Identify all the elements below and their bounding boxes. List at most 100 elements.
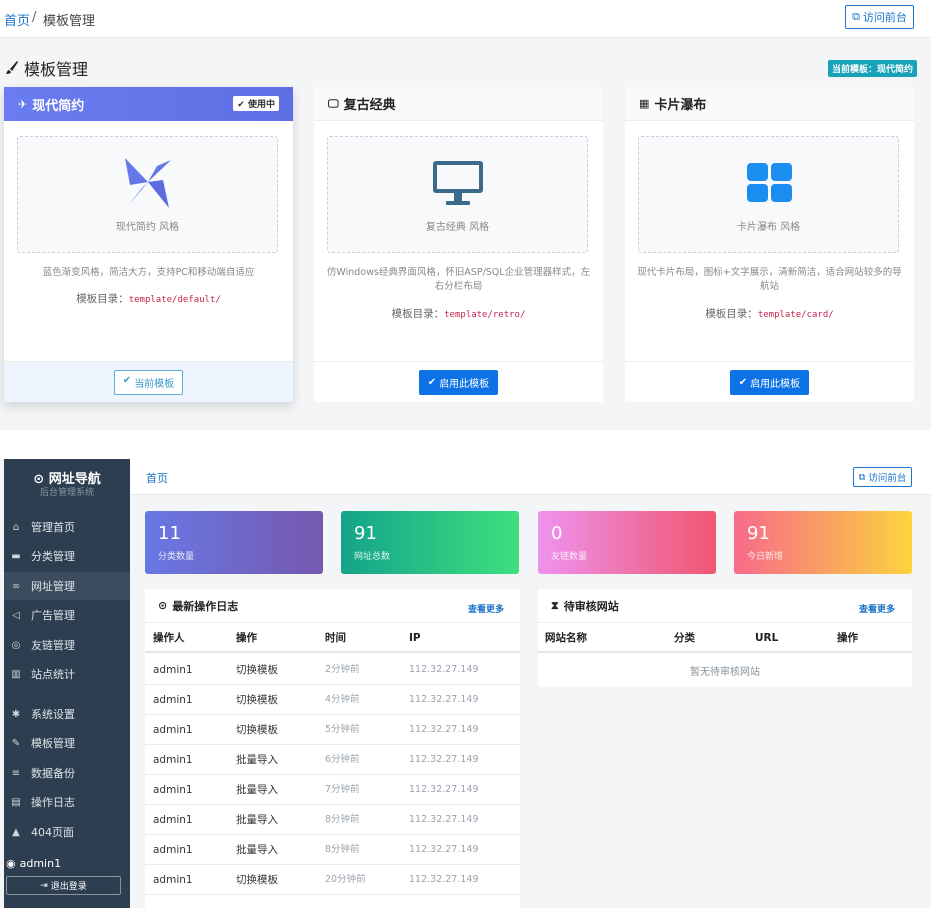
- home-icon: ⌂: [12, 521, 20, 533]
- sidebar-item-logs[interactable]: ▤ 操作日志: [4, 788, 130, 816]
- table-row: admin1 切换模板 2分钟前 112.32.27.149: [145, 655, 520, 685]
- breadcrumb-home[interactable]: 首页: [146, 470, 168, 486]
- view-more-link[interactable]: 查看更多: [859, 602, 895, 615]
- grid-icon: [747, 163, 792, 202]
- table-row: admin1 切换模板 4分钟前 112.32.27.149: [145, 685, 520, 715]
- sidebar-item-settings[interactable]: ✱ 系统设置: [4, 700, 130, 728]
- dashboard-main: 首页 ⧉ 访问前台 11 分类数量 91 网址总数 0 友链数量 91 今日新增 ⊙ 最新操…: [130, 459, 931, 908]
- sidebar-item-statistics[interactable]: ▥ 站点统计: [4, 660, 130, 688]
- template-description: 蓝色渐变风格，简洁大方，支持PC和移动端自适应: [42, 267, 255, 278]
- breadcrumb-separator: /: [32, 10, 37, 25]
- history-icon: ⊙: [158, 599, 168, 612]
- warning-icon: ▲: [12, 826, 20, 838]
- sign-out-icon: ⇥: [40, 880, 48, 891]
- visit-frontend-button[interactable]: ⧉ 访问前台: [845, 5, 914, 29]
- current-template-button[interactable]: ✔ 当前模板: [113, 369, 184, 395]
- dashboard-top-bar: 首页 ⧉ 访问前台: [130, 459, 931, 495]
- in-use-badge: ✔ 使用中: [233, 96, 279, 111]
- template-directory: 模板目录：template/default/: [76, 293, 221, 305]
- template-card-footer: ✔ 启用此模板: [625, 361, 914, 402]
- template-management-page: 首页 / 模板管理 ⧉ 访问前台 模板管理 当前模板：现代简约 ✈ 现代简约 ✔ …: [0, 0, 931, 430]
- table-header: 网站名称 分类 URL 操作: [538, 623, 912, 653]
- preview-label: 现代简约 风格: [115, 222, 180, 233]
- check-circle-icon: ✔: [122, 374, 132, 386]
- folder-icon: ▬: [11, 550, 21, 562]
- sidebar-item-templates[interactable]: ✎ 模板管理: [4, 729, 130, 757]
- template-card-footer: ✔ 启用此模板: [314, 361, 603, 402]
- link-icon: ∞: [11, 580, 21, 592]
- brush-icon: ✎: [11, 737, 21, 749]
- breadcrumb-current: 模板管理: [43, 14, 96, 29]
- page-title: 模板管理: [6, 56, 88, 80]
- sidebar-item-friend-links[interactable]: ◎ 友链管理: [4, 631, 130, 659]
- monitor-icon: 🖵: [328, 96, 339, 110]
- pending-sites-panel: ⧗ 待审核网站 查看更多 网站名称 分类 URL 操作 暂无待审核网站: [538, 589, 912, 687]
- stat-card-sites: 91 网址总数: [341, 511, 519, 574]
- current-user: ◉ admin1: [6, 857, 62, 870]
- paper-plane-icon: ✈: [18, 97, 28, 111]
- bar-chart-icon: ▥: [11, 668, 21, 680]
- enable-template-button[interactable]: ✔ 启用此模板: [729, 369, 810, 395]
- preview-label: 卡片瀑布 风格: [736, 222, 801, 233]
- sidebar-item-home[interactable]: ⌂ 管理首页: [4, 513, 130, 541]
- panel-header: ⧗ 待审核网站: [538, 589, 912, 623]
- breadcrumb-home[interactable]: 首页: [4, 10, 30, 29]
- top-bar: 首页 / 模板管理 ⧉ 访问前台: [0, 0, 931, 38]
- hourglass-icon: ⧗: [551, 598, 559, 612]
- stat-card-categories: 11 分类数量: [145, 511, 323, 574]
- sidebar-item-backup[interactable]: ≡ 数据备份: [4, 759, 130, 787]
- template-preview: 卡片瀑布 风格: [638, 136, 899, 253]
- panel-header: ⊙ 最新操作日志: [145, 589, 520, 623]
- template-directory: 模板目录：template/card/: [705, 308, 834, 320]
- visit-frontend-button[interactable]: ⧉ 访问前台: [853, 467, 912, 487]
- template-preview: 现代简约 风格: [17, 136, 278, 253]
- sidebar-item-sites[interactable]: ∞ 网址管理: [4, 572, 130, 600]
- table-row: admin1 切换模板 5分钟前 112.32.27.149: [145, 715, 520, 745]
- check-icon: ✔: [427, 376, 437, 388]
- monitor-icon: [433, 161, 483, 205]
- table-row: admin1 切换模板 20分钟前 112.32.27.149: [145, 865, 520, 895]
- template-card-retro: 🖵 复古经典 复古经典 风格 仿Windows经典界面风格，怀旧ASP/SQL企…: [314, 87, 603, 402]
- stat-card-friend-links: 0 友链数量: [538, 511, 716, 574]
- logout-button[interactable]: ⇥ 退出登录: [6, 876, 121, 895]
- template-card-modern: ✈ 现代简约 ✔ 使用中 现代简约 风格 蓝色渐变风格，简洁大方，支持PC和移动…: [4, 87, 293, 402]
- file-icon: ▤: [11, 796, 21, 808]
- sidebar-item-category[interactable]: ▬ 分类管理: [4, 542, 130, 570]
- handshake-icon: ◎: [11, 639, 21, 651]
- external-link-icon: ⧉: [852, 10, 860, 23]
- table-row: admin1 批量导入 7分钟前 112.32.27.149: [145, 775, 520, 805]
- empty-state: 暂无待审核网站: [690, 667, 760, 678]
- template-description: 仿Windows经典界面风格，怀旧ASP/SQL企业管理器样式，左右分栏布局: [326, 267, 591, 292]
- template-card-footer: ✔ 当前模板: [4, 361, 293, 402]
- table-row: admin1 批量导入 8分钟前 112.32.27.149: [145, 835, 520, 865]
- stat-card-today: 91 今日新增: [734, 511, 912, 574]
- sidebar-brand: ⊙ 网址导航 后台管理系统: [33, 472, 101, 498]
- template-preview: 复古经典 风格: [327, 136, 588, 253]
- sidebar: ⊙ 网址导航 后台管理系统 ⌂ 管理首页 ▬ 分类管理 ∞ 网址管理 ◁ 广告管理 ◎ 友…: [4, 459, 130, 908]
- grid-icon: ▦: [639, 97, 650, 110]
- paper-plane-icon: [125, 158, 171, 208]
- template-directory: 模板目录：template/retro/: [391, 308, 526, 320]
- check-icon: ✔: [738, 376, 748, 388]
- user-icon: ◉: [6, 857, 16, 870]
- sidebar-item-ads[interactable]: ◁ 广告管理: [4, 601, 130, 629]
- table-row: admin1 批量导入 8分钟前 112.32.27.149: [145, 805, 520, 835]
- dashboard-page: ⊙ 网址导航 后台管理系统 ⌂ 管理首页 ▬ 分类管理 ∞ 网址管理 ◁ 广告管理 ◎ 友…: [0, 459, 931, 908]
- operation-log-panel: ⊙ 最新操作日志 查看更多 操作人 操作 时间 IP admin1 切换模板 2分钟前…: [145, 589, 520, 908]
- table-row: admin1 批量导入 6分钟前 112.32.27.149: [145, 745, 520, 775]
- sidebar-item-404[interactable]: ▲ 404页面: [4, 818, 130, 846]
- template-card-header: 🖵 复古经典: [314, 87, 603, 121]
- preview-label: 复古经典 风格: [425, 222, 490, 233]
- template-card-card: ▦ 卡片瀑布 卡片瀑布 风格 现代卡片布局，图标+文字展示，清新简洁，适合网站较…: [625, 87, 914, 402]
- view-more-link[interactable]: 查看更多: [468, 602, 504, 615]
- template-card-header: ▦ 卡片瀑布: [625, 87, 914, 121]
- enable-template-button[interactable]: ✔ 启用此模板: [418, 369, 499, 395]
- database-icon: ≡: [11, 767, 21, 779]
- template-card-header: ✈ 现代简约 ✔ 使用中: [4, 87, 293, 121]
- template-description: 现代卡片布局，图标+文字展示，清新简洁，适合网站较多的导航站: [637, 267, 902, 292]
- bullhorn-icon: ◁: [12, 609, 20, 621]
- brush-icon: [6, 61, 18, 74]
- table-header: 操作人 操作 时间 IP: [145, 623, 520, 653]
- gear-icon: ✱: [11, 708, 21, 720]
- external-link-icon: ⧉: [858, 471, 866, 483]
